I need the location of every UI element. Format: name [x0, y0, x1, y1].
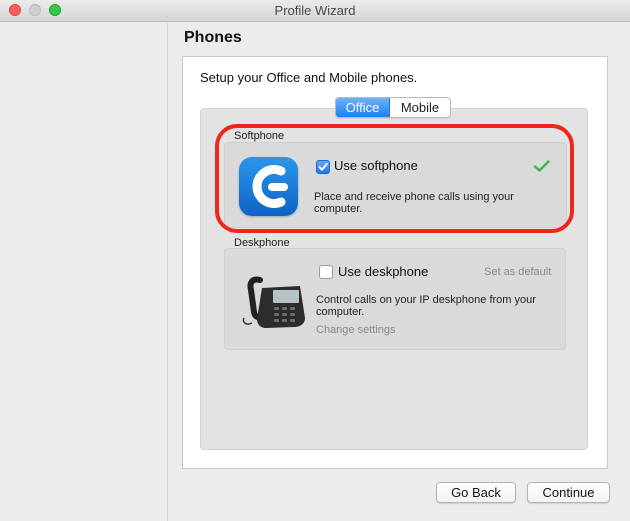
use-deskphone-label[interactable]: Use deskphone	[338, 264, 428, 279]
phone-type-tabs: Office Mobile	[335, 97, 451, 118]
softphone-highlight-annotation	[215, 124, 574, 233]
page-title: Phones	[184, 29, 242, 46]
go-back-button[interactable]: Go Back	[436, 482, 516, 503]
tab-office[interactable]: Office	[336, 98, 390, 117]
deskphone-icon	[242, 276, 305, 328]
change-settings-link[interactable]: Change settings	[316, 324, 396, 336]
set-as-default-link[interactable]: Set as default	[484, 266, 551, 278]
deskphone-description: Control calls on your IP deskphone from …	[316, 294, 536, 318]
use-deskphone-checkbox[interactable]	[319, 265, 333, 279]
intro-text: Setup your Office and Mobile phones.	[200, 70, 418, 85]
wizard-sidebar	[0, 23, 168, 521]
window-title: Profile Wizard	[274, 3, 356, 18]
tab-mobile[interactable]: Mobile	[390, 98, 450, 117]
continue-button[interactable]: Continue	[527, 482, 610, 503]
title-bar: Profile Wizard	[0, 0, 630, 22]
